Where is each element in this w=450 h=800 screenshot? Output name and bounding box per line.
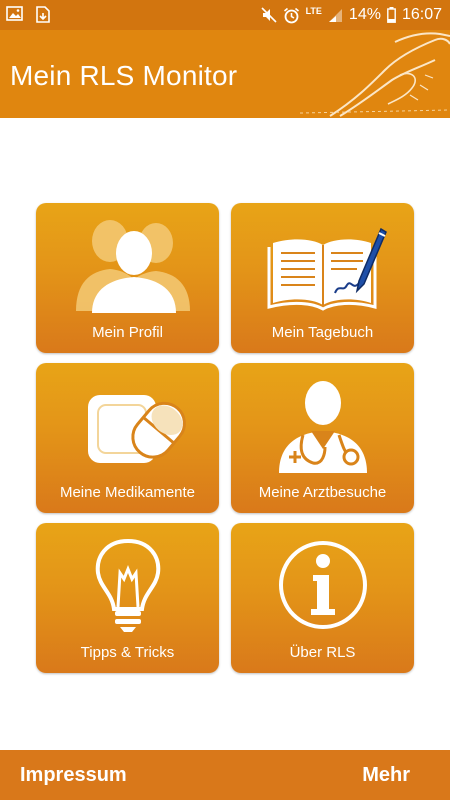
download-icon — [35, 6, 51, 23]
tile-mein-profil[interactable]: Mein Profil — [36, 203, 219, 353]
tile-meine-medikamente[interactable]: Meine Medikamente — [36, 363, 219, 513]
network-type: LTE — [305, 6, 322, 16]
alarm-icon — [283, 7, 300, 24]
app-bar: Mein RLS Monitor — [0, 30, 450, 118]
doctor-icon — [278, 381, 367, 473]
tile-meine-arztbesuche[interactable]: Meine Arztbesuche — [231, 363, 414, 513]
clock: 16:07 — [401, 6, 442, 23]
legs-illustration — [300, 32, 450, 117]
lightbulb-icon — [95, 538, 160, 632]
mehr-button[interactable]: Mehr — [362, 764, 410, 787]
impressum-button[interactable]: Impressum — [20, 764, 127, 787]
gallery-icon — [6, 6, 23, 23]
tile-label: Meine Medikamente — [59, 484, 196, 501]
app-title: Mein RLS Monitor — [10, 60, 238, 91]
tile-label: Tipps & Tricks — [80, 644, 175, 661]
info-icon — [278, 541, 367, 629]
tile-label: Mein Profil — [92, 324, 163, 341]
diary-icon — [267, 227, 387, 311]
mute-icon — [261, 7, 277, 23]
tile-label: Über RLS — [289, 644, 356, 661]
status-bar: LTE 14% 16:07 — [0, 0, 450, 30]
tile-ueber-rls[interactable]: Über RLS — [231, 523, 414, 673]
profile-icon — [75, 220, 190, 313]
battery-icon — [387, 7, 396, 23]
screen: LTE 14% 16:07 Mein RLS Monitor Mein Prof… — [0, 0, 450, 800]
bottom-bar: Impressum Mehr — [0, 750, 450, 800]
tile-label: Meine Arztbesuche — [258, 484, 387, 501]
medication-icon — [87, 395, 186, 463]
signal-icon — [328, 8, 343, 23]
battery-percent: 14% — [348, 6, 381, 23]
tile-mein-tagebuch[interactable]: Mein Tagebuch — [231, 203, 414, 353]
tile-tipps-tricks[interactable]: Tipps & Tricks — [36, 523, 219, 673]
tile-label: Mein Tagebuch — [271, 324, 374, 341]
